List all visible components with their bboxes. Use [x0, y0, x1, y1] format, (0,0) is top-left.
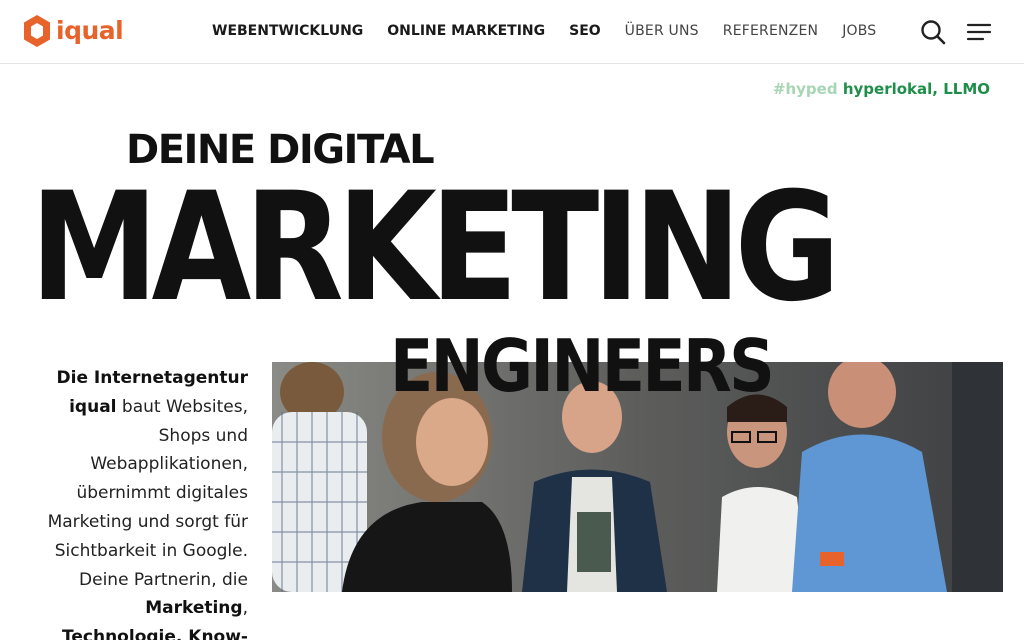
intro-bold-agency: Die Internetagentur	[56, 368, 249, 388]
intro-text-2: ,	[242, 598, 248, 619]
logo-wordmark: iqual	[56, 16, 124, 45]
hero-tagline: #hyped hyperlokal, LLMO	[773, 80, 990, 98]
site-header: iqual WEBENTWICKLUNG ONLINE MARKETING SE…	[0, 0, 1024, 64]
hero-headline-line3: ENGINEERS	[390, 324, 775, 408]
nav-item-referenzen[interactable]: REFERENZEN	[723, 22, 818, 40]
nav-item-ueber-uns[interactable]: ÜBER UNS	[625, 22, 699, 40]
nav-item-seo[interactable]: SEO	[569, 22, 601, 40]
intro-text-1: baut Websites, Shops und Webapplikatione…	[47, 396, 248, 590]
hero-headline-line2: MARKETING	[30, 161, 840, 335]
tagline-hashtag: #hyped	[772, 80, 838, 98]
nav-item-webentwicklung[interactable]: WEBENTWICKLUNG	[212, 22, 363, 40]
iqual-logo[interactable]: iqual	[22, 14, 124, 48]
intro-paragraph: Die Internetagentur iqual baut Websites,…	[22, 364, 248, 640]
hamburger-menu-icon	[966, 23, 992, 41]
tagline-keywords: hyperlokal, LLMO	[842, 80, 990, 98]
intro-bold-technology: Technologie, Know-	[62, 627, 248, 640]
hexagon-logo-icon	[24, 15, 50, 47]
menu-button[interactable]	[966, 22, 992, 42]
search-button[interactable]	[920, 19, 946, 45]
intro-bold-marketing: Marketing	[145, 598, 243, 619]
main-navigation: WEBENTWICKLUNG ONLINE MARKETING SEO ÜBER…	[212, 22, 900, 40]
nav-item-online-marketing[interactable]: ONLINE MARKETING	[387, 22, 545, 40]
search-icon	[921, 20, 946, 45]
nav-item-jobs[interactable]: JOBS	[842, 22, 876, 40]
intro-bold-brand: iqual	[69, 396, 117, 417]
